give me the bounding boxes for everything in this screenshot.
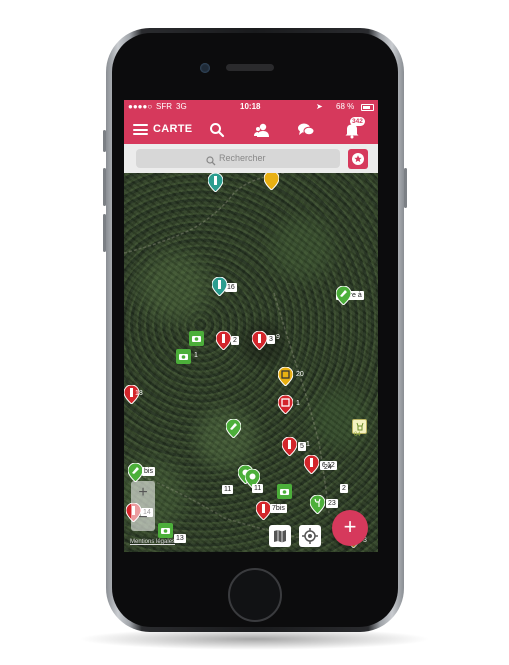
point-label: 1: [306, 441, 310, 448]
point-label: 2: [231, 336, 239, 345]
add-button[interactable]: +: [332, 510, 368, 546]
satellite-map[interactable]: 16 2 3 9 1 18 20 1 04 5 1 6 bis 7bis 23 …: [124, 173, 378, 552]
zoom-in-button[interactable]: +: [131, 481, 155, 505]
hunter-pin[interactable]: [208, 173, 223, 192]
locate-icon: [302, 528, 318, 544]
point-label: 1: [296, 400, 300, 407]
trail-lines: [124, 173, 330, 544]
hunter-pin[interactable]: [216, 331, 231, 350]
users-icon[interactable]: [253, 121, 271, 139]
stand-pin[interactable]: [278, 367, 293, 386]
point-label: 23: [326, 499, 338, 508]
point-label: 11: [222, 485, 234, 494]
point-label: 11: [252, 484, 264, 493]
search-input[interactable]: Rechercher: [136, 149, 340, 168]
camera-pin[interactable]: [277, 484, 292, 499]
search-row: Rechercher: [124, 144, 378, 173]
point-label: 04: [354, 432, 361, 438]
product-mockup: ●●●●○ SFR 3G 10:18 ➤ 68 % CARTE 342 Rech…: [0, 0, 509, 665]
hunter-pin[interactable]: [304, 455, 319, 474]
battery-percent: 68 %: [336, 102, 355, 111]
point-label: 18: [135, 390, 143, 397]
power-button: [404, 168, 407, 208]
volume-up-button: [103, 168, 106, 206]
front-camera: [200, 63, 210, 73]
star-badge-icon: [352, 153, 364, 165]
camera-pin[interactable]: [176, 349, 191, 364]
search-placeholder: Rechercher: [219, 153, 266, 163]
map-layers-icon: [274, 530, 286, 543]
network-label: 3G: [176, 102, 187, 111]
zoom-control: + −: [131, 481, 155, 531]
legal-link[interactable]: Mentions légales: [130, 539, 175, 545]
note-pin[interactable]: [336, 286, 351, 305]
deer-pin[interactable]: [310, 495, 325, 514]
point-label: 1: [194, 352, 198, 359]
app-bar: CARTE 342: [124, 115, 378, 144]
hunter-pin[interactable]: [282, 437, 297, 456]
point-label: 9: [276, 334, 280, 341]
note-pin[interactable]: [226, 419, 241, 438]
camera-icon: [192, 336, 201, 342]
locate-button[interactable]: [299, 525, 321, 547]
point-label: 20: [296, 371, 304, 378]
stand-pin[interactable]: [264, 173, 279, 190]
favorites-button[interactable]: [348, 149, 368, 169]
battery-icon: [361, 104, 374, 111]
camera-pin[interactable]: [189, 331, 204, 346]
camera-icon: [179, 354, 188, 360]
zoom-out-button[interactable]: −: [131, 506, 155, 530]
map-layers-button[interactable]: [269, 525, 291, 547]
camera-pin[interactable]: [158, 523, 173, 538]
hunter-pin[interactable]: [256, 501, 271, 520]
volume-down-button: [103, 214, 106, 252]
menu-icon[interactable]: [133, 124, 148, 135]
earpiece-speaker: [226, 64, 274, 71]
clock: 10:18: [240, 102, 261, 111]
point-label: 7bis: [270, 504, 287, 513]
notification-badge: 342: [350, 117, 365, 126]
carrier-label: SFR: [156, 102, 172, 111]
location-arrow-icon: ➤: [316, 102, 323, 111]
stand-pin[interactable]: [278, 395, 293, 414]
chat-icon[interactable]: [297, 121, 315, 139]
status-bar: ●●●●○ SFR 3G 10:18 ➤ 68 %: [124, 100, 378, 115]
search-icon[interactable]: [208, 121, 226, 139]
hunter-pin[interactable]: [252, 331, 267, 350]
screen-title: CARTE: [153, 123, 193, 135]
search-field-icon: [206, 153, 216, 171]
mute-switch: [103, 130, 106, 152]
camera-icon: [280, 489, 289, 495]
camera-icon: [161, 528, 170, 534]
point-label: 13: [174, 534, 186, 543]
signal-icon: ●●●●○: [128, 102, 153, 111]
point-label: 24: [324, 464, 332, 471]
home-button[interactable]: [228, 568, 282, 622]
hunter-pin[interactable]: [212, 277, 227, 296]
point-label: 2: [340, 484, 348, 493]
